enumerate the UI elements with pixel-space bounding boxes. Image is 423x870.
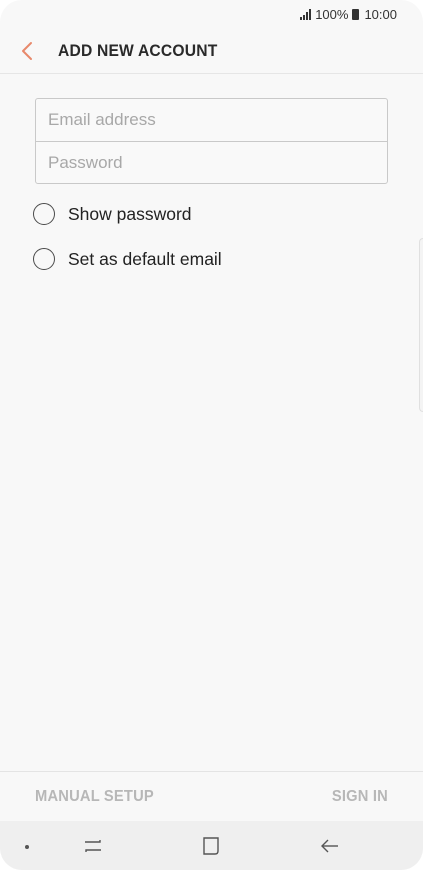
battery-icon bbox=[352, 8, 360, 20]
sign-in-button[interactable]: SIGN IN bbox=[332, 788, 388, 806]
password-field[interactable] bbox=[36, 142, 387, 184]
default-email-radio[interactable] bbox=[33, 248, 55, 270]
nav-dot-icon bbox=[25, 845, 29, 849]
status-bar: 100% 10:00 bbox=[0, 0, 423, 28]
page-title: ADD NEW ACCOUNT bbox=[58, 40, 218, 60]
phone-screen: 100% 10:00 ADD NEW ACCOUNT Show password… bbox=[0, 0, 423, 870]
edge-panel-handle[interactable] bbox=[419, 238, 423, 412]
chevron-left-icon[interactable] bbox=[20, 41, 40, 61]
home-icon[interactable] bbox=[198, 833, 224, 859]
manual-setup-button[interactable]: MANUAL SETUP bbox=[35, 788, 154, 806]
app-header: ADD NEW ACCOUNT bbox=[0, 28, 423, 74]
back-arrow-icon[interactable] bbox=[317, 833, 343, 859]
signal-icon bbox=[300, 8, 312, 20]
show-password-radio[interactable] bbox=[33, 203, 55, 225]
default-email-option[interactable]: Set as default email bbox=[33, 246, 222, 272]
navigation-bar bbox=[0, 821, 423, 870]
show-password-option[interactable]: Show password bbox=[33, 201, 192, 227]
battery-percentage: 100% bbox=[315, 6, 349, 22]
action-bar: MANUAL SETUP SIGN IN bbox=[0, 771, 423, 821]
default-email-label: Set as default email bbox=[68, 248, 222, 269]
login-form bbox=[35, 98, 388, 184]
recent-apps-icon[interactable] bbox=[80, 833, 106, 859]
email-field[interactable] bbox=[36, 99, 387, 141]
show-password-label: Show password bbox=[68, 203, 192, 224]
clock: 10:00 bbox=[364, 6, 397, 22]
